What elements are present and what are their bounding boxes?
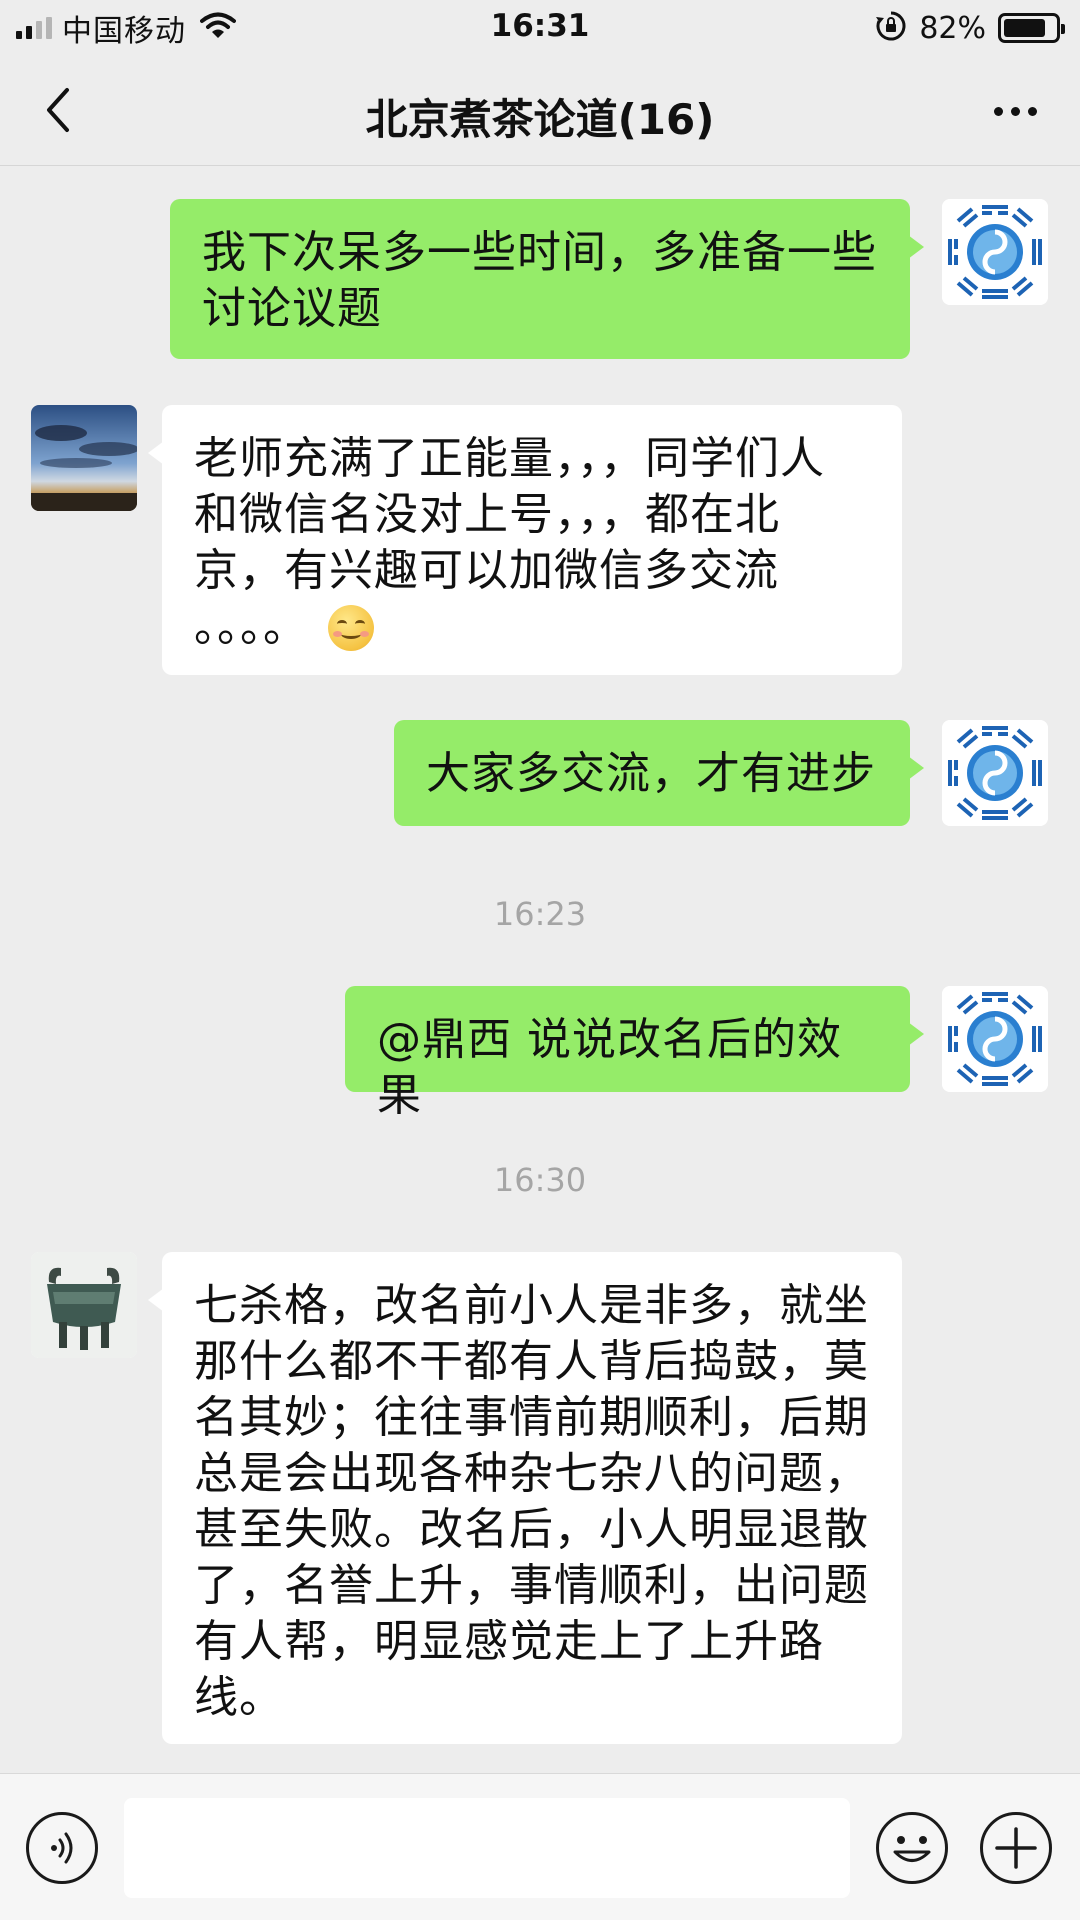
message-line: 讨论议题 (202, 283, 382, 334)
message-line: 老师充满了正能量，，，同学们人 (194, 433, 825, 484)
nav-bar: 北京煮茶论道(16) (0, 56, 1080, 166)
message-line: @鼎西 说说改名后的效果 (377, 1014, 842, 1121)
status-right: 82% (875, 10, 1065, 46)
message-bubble[interactable]: @鼎西 说说改名后的效果 (345, 986, 924, 1121)
timestamp: 16:30 (493, 1161, 587, 1199)
message-bubble[interactable]: 老师充满了正能量，，，同学们人 和微信名没对上号，，，都在北 京，有兴趣可以加微… (148, 405, 902, 675)
taiji-bagua-avatar[interactable] (942, 199, 1048, 305)
taiji-bagua-avatar[interactable] (942, 720, 1048, 826)
timestamp: 16:23 (493, 895, 587, 933)
message-line: 名其妙；往往事情前期顺利，后期 (194, 1392, 869, 1443)
status-bar: 中国移动 16:31 82% (0, 0, 1080, 56)
message-line: 和微信名没对上号，，，都在北 (194, 489, 780, 540)
plus-icon[interactable] (980, 1812, 1052, 1884)
smile-emoji (328, 605, 374, 651)
message-bubble[interactable]: 七杀格，改名前小人是非多，就坐 那什么都不干都有人背后捣鼓，莫 名其妙；往往事情… (148, 1252, 902, 1744)
message-line: 总是会出现各种杂七杂八的问题， (194, 1448, 869, 1499)
more-icon[interactable] (980, 86, 1050, 136)
message-line: 了，名誉上升，事情顺利，出问题 (194, 1560, 869, 1611)
message-line: 。。。。 (194, 601, 308, 652)
message-line: 那什么都不干都有人背后捣鼓，莫 (194, 1336, 869, 1387)
battery-icon (998, 13, 1065, 43)
taiji-bagua-avatar[interactable] (942, 986, 1048, 1092)
message-line-with-emoji: 。。。。 (194, 599, 870, 655)
message-line: 甚至失败。改名后，小人明显退散 (194, 1504, 869, 1555)
message-bubble[interactable]: 我下次呆多一些时间，多准备一些 讨论议题 (170, 199, 924, 359)
emoji-icon[interactable] (876, 1812, 948, 1884)
chat-title: 北京煮茶论道(16) (365, 95, 715, 144)
rotation-lock-icon (875, 10, 907, 46)
message-line: 线。 (194, 1672, 284, 1723)
message-line: 七杀格，改名前小人是非多，就坐 (194, 1280, 869, 1331)
message-line: 我下次呆多一些时间，多准备一些 (202, 227, 877, 278)
battery-percent: 82% (919, 10, 986, 46)
message-bubble[interactable]: 大家多交流，才有进步 (394, 720, 924, 826)
bronze-ding-avatar[interactable] (31, 1252, 137, 1358)
message-line: 京，有兴趣可以加微信多交流 (194, 545, 779, 596)
chat-area[interactable]: 我下次呆多一些时间，多准备一些 讨论议题 老师充满了正能量，，，同学们人 和微信… (0, 167, 1080, 1773)
voice-icon[interactable] (26, 1812, 98, 1884)
message-line: 有人帮，明显感觉走上了上升路 (194, 1616, 824, 1667)
sky-landscape-avatar[interactable] (31, 405, 137, 511)
battery-fill (1004, 19, 1045, 37)
message-input[interactable] (124, 1798, 850, 1898)
input-bar (0, 1773, 1080, 1920)
message-line: 大家多交流，才有进步 (426, 748, 876, 799)
